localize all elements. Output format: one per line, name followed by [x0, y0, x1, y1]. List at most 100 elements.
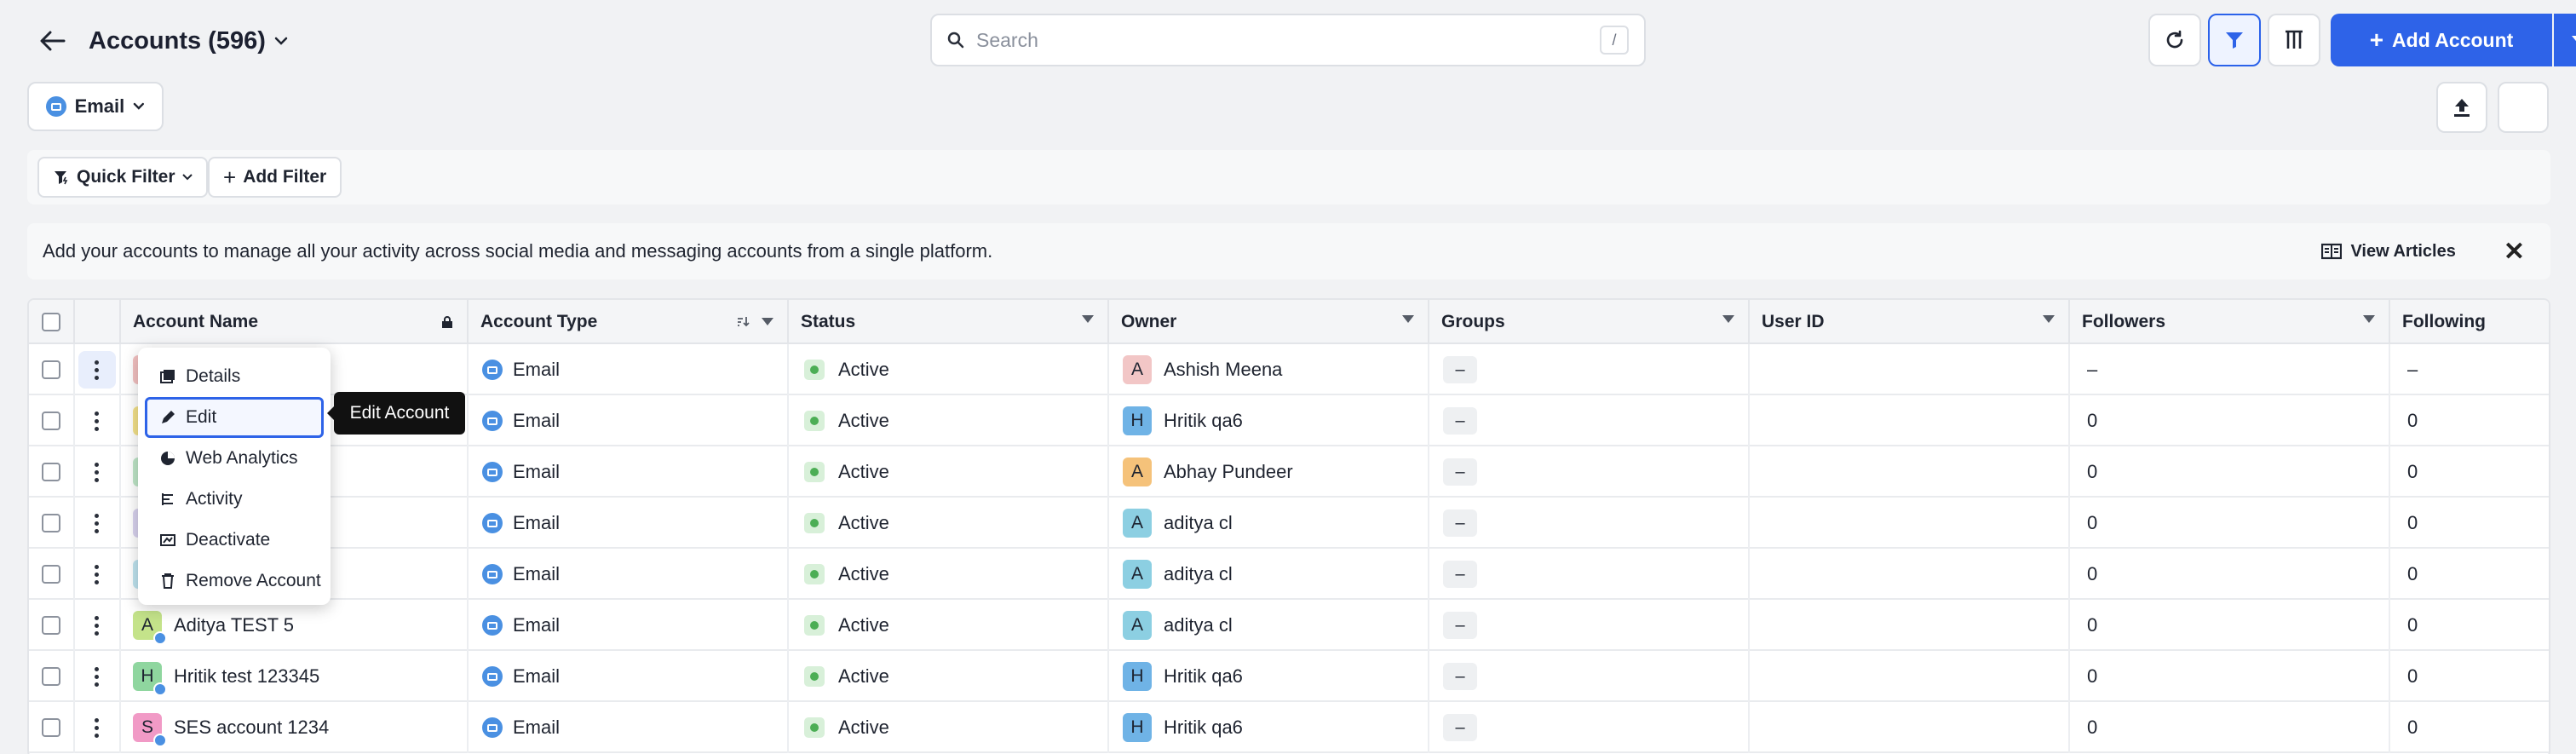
- account-type-cell: Email: [469, 395, 789, 446]
- row-actions-button[interactable]: [78, 402, 116, 440]
- column-filter-icon[interactable]: [1722, 315, 1734, 323]
- status-text: Active: [838, 563, 889, 584]
- row-checkbox[interactable]: [42, 616, 60, 635]
- owner-cell: H Hritik qa6: [1109, 395, 1429, 446]
- kebab-icon: [95, 615, 100, 636]
- row-actions-button[interactable]: [78, 453, 116, 491]
- row-actions-button[interactable]: [78, 607, 116, 644]
- columns-settings-button[interactable]: [2268, 14, 2320, 66]
- column-header-account-name[interactable]: Account Name: [121, 300, 469, 344]
- column-filter-icon[interactable]: [762, 317, 773, 325]
- menu-item-deactivate[interactable]: Deactivate: [145, 520, 324, 561]
- column-header-following[interactable]: Following: [2390, 300, 2549, 344]
- quick-filter-button[interactable]: Quick Filter: [37, 157, 208, 198]
- table-row[interactable]: Email Active A aditya cl – 0 0: [29, 549, 2549, 600]
- row-checkbox[interactable]: [42, 463, 60, 481]
- row-checkbox[interactable]: [42, 718, 60, 737]
- owner-avatar: A: [1123, 458, 1152, 486]
- account-name[interactable]: Hritik test 123345: [174, 665, 319, 688]
- title-dropdown-button[interactable]: [266, 26, 296, 56]
- menu-item-activity[interactable]: Activity: [145, 479, 324, 520]
- account-type-cell: Email: [469, 702, 789, 753]
- column-header-status[interactable]: Status: [789, 300, 1109, 344]
- followers-cell: 0: [2070, 498, 2390, 549]
- table-row[interactable]: t JJ Email Active A Abhay Pundeer – 0: [29, 446, 2549, 498]
- following-value: 0: [2407, 717, 2418, 738]
- row-checkbox[interactable]: [42, 360, 60, 379]
- status-active-icon: [804, 411, 825, 431]
- account-name-cell: S SES account 1234: [121, 702, 469, 753]
- menu-item-edit[interactable]: Edit: [145, 397, 324, 438]
- pie-chart-icon: [160, 451, 175, 466]
- column-header-groups[interactable]: Groups: [1429, 300, 1750, 344]
- row-select-cell: [29, 446, 75, 498]
- menu-item-label: Remove Account: [186, 571, 321, 590]
- table-row[interactable]: A Aditya TEST 5 Email Active A aditya cl: [29, 600, 2549, 651]
- back-button[interactable]: [31, 19, 75, 63]
- row-actions-button[interactable]: [78, 709, 116, 746]
- add-account-button[interactable]: + Add Account: [2331, 14, 2552, 66]
- row-actions-button[interactable]: [78, 351, 116, 389]
- email-channel-badge-icon: [153, 734, 167, 747]
- owner-name: aditya cl: [1164, 563, 1233, 584]
- row-actions-cell: [75, 600, 121, 651]
- account-type-cell: Email: [469, 651, 789, 702]
- add-account-dropdown-button[interactable]: [2554, 14, 2576, 66]
- export-button[interactable]: [2436, 82, 2487, 133]
- row-checkbox[interactable]: [42, 565, 60, 584]
- groups-value: –: [1443, 714, 1477, 741]
- more-actions-button[interactable]: [2498, 82, 2549, 133]
- column-header-account-type[interactable]: Account Type: [469, 300, 789, 344]
- column-filter-icon[interactable]: [2043, 315, 2055, 323]
- select-all-checkbox[interactable]: [42, 313, 60, 331]
- channel-filter-dropdown[interactable]: Email: [27, 82, 164, 131]
- search-input[interactable]: Search /: [930, 14, 1646, 66]
- menu-item-details[interactable]: Details: [145, 356, 324, 397]
- row-actions-button[interactable]: [78, 504, 116, 542]
- table-row[interactable]: S SES account 1234 Email Active H Hritik…: [29, 702, 2549, 753]
- following-cell: 0: [2390, 498, 2549, 549]
- row-select-cell: [29, 498, 75, 549]
- sort-icon[interactable]: [736, 315, 750, 327]
- account-type: Email: [513, 359, 561, 380]
- menu-item-label: Edit: [186, 407, 217, 427]
- account-name[interactable]: Aditya TEST 5: [174, 614, 294, 636]
- view-articles-link[interactable]: View Articles: [2321, 242, 2456, 262]
- owner-cell: A aditya cl: [1109, 498, 1429, 549]
- row-checkbox[interactable]: [42, 667, 60, 686]
- row-checkbox[interactable]: [42, 412, 60, 430]
- status-cell: Active: [789, 549, 1109, 600]
- table-row[interactable]: 2 Email Active A Ashish Meena – –: [29, 344, 2549, 395]
- row-select-cell: [29, 702, 75, 753]
- column-header-followers[interactable]: Followers: [2070, 300, 2390, 344]
- status-cell: Active: [789, 344, 1109, 395]
- search-icon: [947, 32, 964, 49]
- account-type: Email: [513, 461, 561, 482]
- refresh-button[interactable]: [2148, 14, 2201, 66]
- followers-cell: 0: [2070, 549, 2390, 600]
- status-cell: Active: [789, 498, 1109, 549]
- filter-toggle-button[interactable]: [2208, 14, 2261, 66]
- owner-name: Ashish Meena: [1164, 359, 1283, 380]
- column-header-owner[interactable]: Owner: [1109, 300, 1429, 344]
- account-name[interactable]: SES account 1234: [174, 717, 329, 739]
- row-checkbox[interactable]: [42, 514, 60, 532]
- close-banner-icon[interactable]: ✕: [2504, 237, 2525, 267]
- following-cell: 0: [2390, 446, 2549, 498]
- column-filter-icon[interactable]: [1082, 315, 1094, 323]
- following-value: 0: [2407, 563, 2418, 584]
- table-row[interactable]: H Hritik test 123345 Email Active H Hrit…: [29, 651, 2549, 702]
- table-row[interactable]: Email Active A aditya cl – 0 0: [29, 498, 2549, 549]
- menu-item-remove-account[interactable]: Remove Account: [145, 561, 324, 601]
- column-filter-icon[interactable]: [1402, 315, 1414, 323]
- row-actions-button[interactable]: [78, 555, 116, 593]
- add-filter-button[interactable]: + Add Filter: [208, 157, 342, 198]
- row-actions-cell: [75, 344, 121, 395]
- owner-cell: A aditya cl: [1109, 549, 1429, 600]
- column-filter-icon[interactable]: [2363, 315, 2375, 323]
- email-icon: [482, 462, 503, 482]
- row-actions-button[interactable]: [78, 658, 116, 695]
- menu-item-web-analytics[interactable]: Web Analytics: [145, 438, 324, 479]
- groups-cell: –: [1429, 446, 1750, 498]
- column-header-user-id[interactable]: User ID: [1750, 300, 2070, 344]
